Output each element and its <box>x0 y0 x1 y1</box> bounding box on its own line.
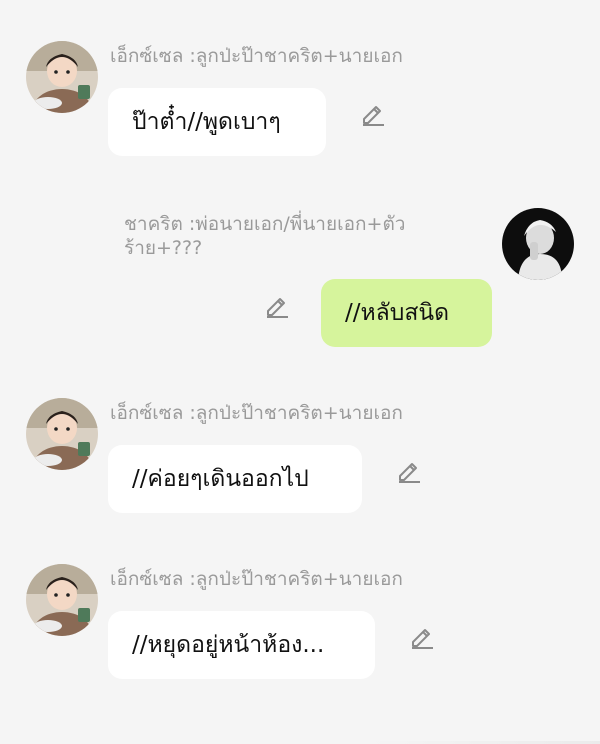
sender-name: เอ็กซ์เซล :ลูกป่ะป๊าชาคริต+นายเอก <box>110 568 403 590</box>
sender-name: ชาคริต :พ่อนายเอก/พี่นายเอก+ตัวร้าย+??? <box>124 213 406 259</box>
message-bubble[interactable]: ป๊าต๋ำ//พูดเบาๆ <box>108 88 326 156</box>
baby-avatar-icon[interactable] <box>26 41 98 113</box>
baby-avatar-icon[interactable] <box>26 398 98 470</box>
message-bubble[interactable]: //หยุดอยู่หน้าห้อง... <box>108 611 375 679</box>
message-bubble[interactable]: //หลับสนิด <box>321 279 492 347</box>
pencil-icon[interactable] <box>408 623 434 649</box>
sender-name: เอ็กซ์เซล :ลูกป่ะป๊าชาคริต+นายเอก <box>110 45 403 67</box>
pencil-icon[interactable] <box>263 292 289 318</box>
baby-avatar-icon[interactable] <box>26 564 98 636</box>
message-bubble[interactable]: //ค่อยๆเดินออกไป <box>108 445 362 513</box>
sender-name: เอ็กซ์เซล :ลูกป่ะป๊าชาคริต+นายเอก <box>110 402 403 424</box>
pencil-icon[interactable] <box>395 457 421 483</box>
man-avatar-icon[interactable] <box>502 208 574 280</box>
pencil-icon[interactable] <box>359 100 385 126</box>
